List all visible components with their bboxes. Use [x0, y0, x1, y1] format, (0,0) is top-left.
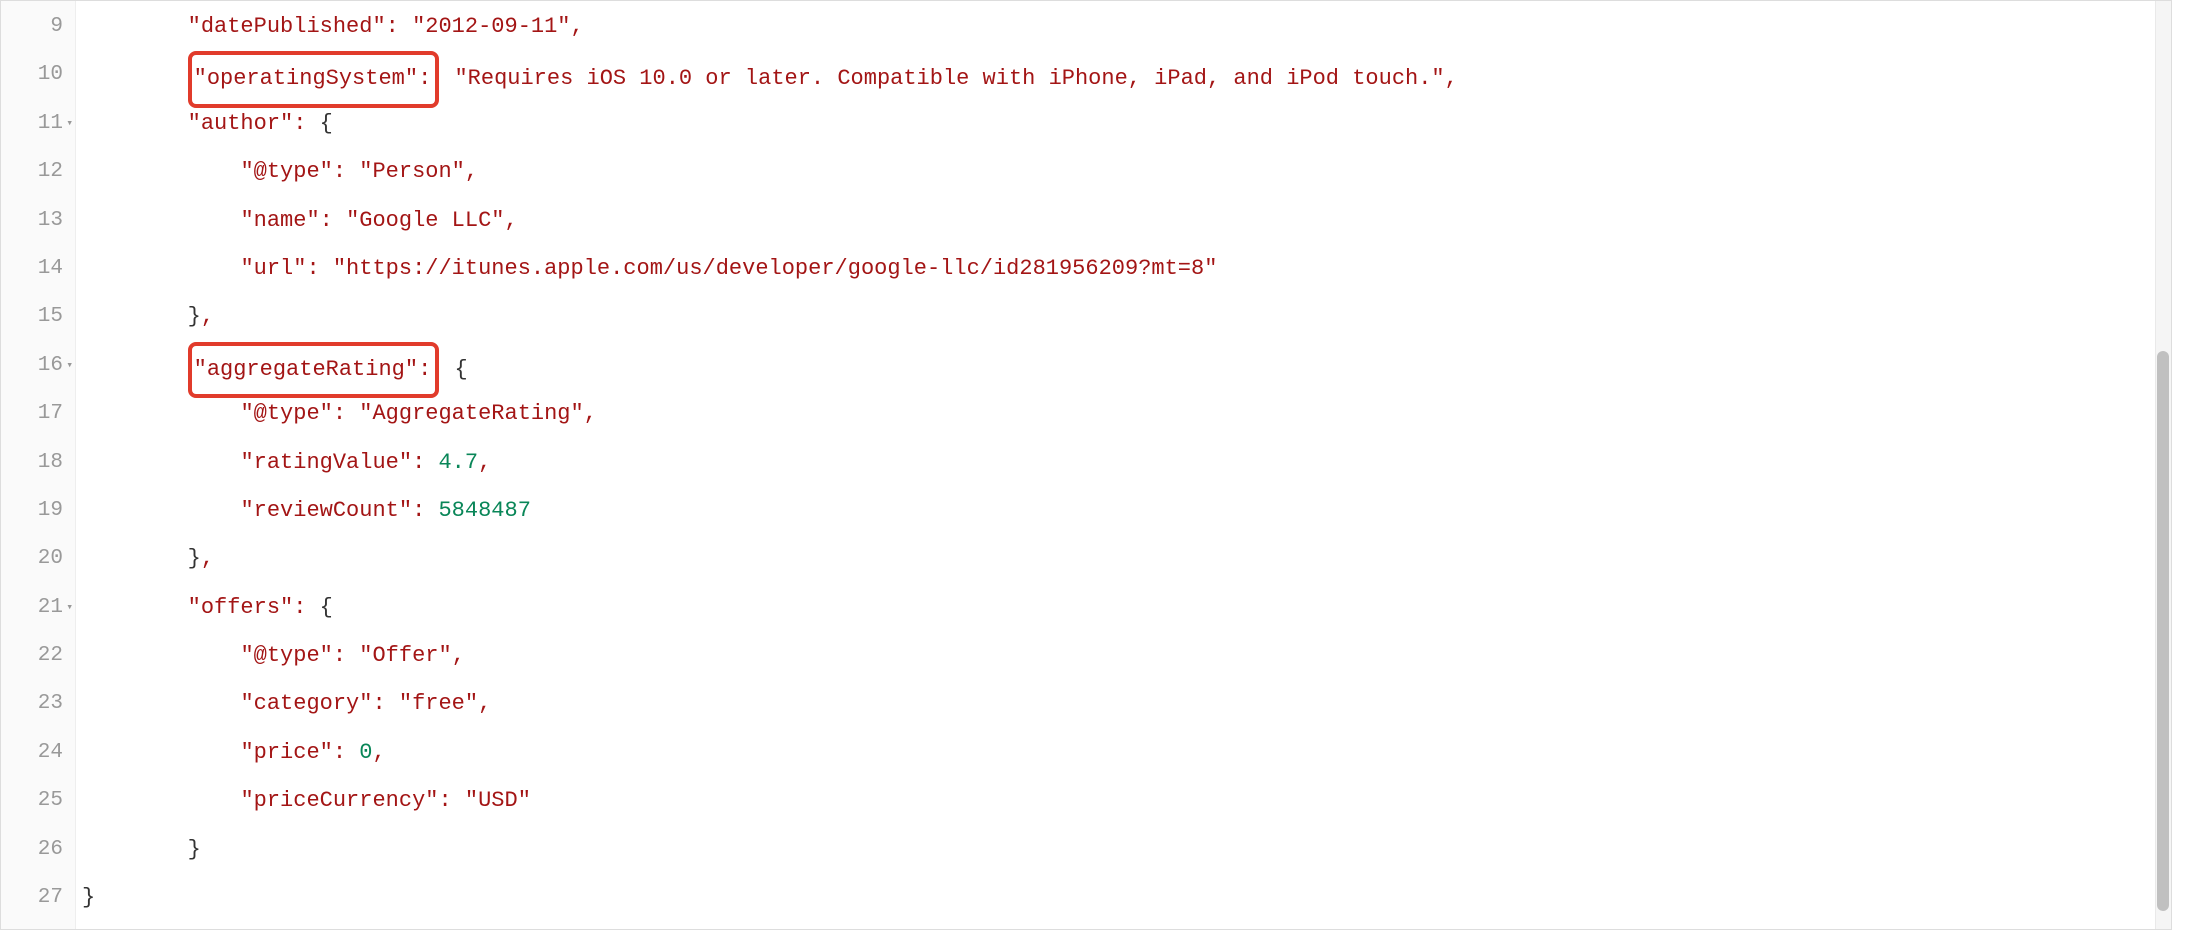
- line-number-gutter: 91011▾1213141516▾1718192021▾222324252627: [1, 1, 76, 929]
- code-line: "ratingValue": 4.7,: [82, 439, 2171, 487]
- json-key: "url": [240, 256, 306, 281]
- code-line: "name": "Google LLC",: [82, 197, 2171, 245]
- json-key: "author": [188, 111, 294, 136]
- code-line: "reviewCount": 5848487: [82, 487, 2171, 535]
- code-line: "offers": {: [82, 584, 2171, 632]
- json-key: "priceCurrency": [240, 788, 438, 813]
- json-string: "Google LLC": [346, 208, 504, 233]
- json-brace: {: [320, 111, 333, 136]
- json-key: "reviewCount": [240, 498, 412, 523]
- code-line: "aggregateRating": {: [82, 342, 2171, 390]
- json-brace: {: [454, 357, 467, 382]
- json-brace: }: [82, 885, 95, 910]
- line-number: 23: [1, 680, 75, 728]
- json-key: "@type": [240, 643, 332, 668]
- line-number: 24: [1, 729, 75, 777]
- json-key: "@type": [240, 401, 332, 426]
- code-line: "@type": "Person",: [82, 148, 2171, 196]
- json-string: "AggregateRating": [359, 401, 583, 426]
- line-number: 20: [1, 535, 75, 583]
- code-line: "category": "free",: [82, 680, 2171, 728]
- json-key: "aggregateRating": [194, 357, 418, 382]
- vertical-scrollbar[interactable]: [2155, 1, 2171, 929]
- json-string: "Offer": [359, 643, 451, 668]
- json-string: "free": [399, 691, 478, 716]
- code-line: "price": 0,: [82, 729, 2171, 777]
- code-line: "operatingSystem": "Requires iOS 10.0 or…: [82, 51, 2171, 99]
- line-number: 13: [1, 197, 75, 245]
- line-number: 17: [1, 390, 75, 438]
- line-number: 14: [1, 245, 75, 293]
- code-line: "@type": "Offer",: [82, 632, 2171, 680]
- code-line: "datePublished": "2012-09-11",: [82, 3, 2171, 51]
- json-string: "USD": [465, 788, 531, 813]
- json-number: 5848487: [438, 498, 530, 523]
- code-line: },: [82, 293, 2171, 341]
- json-number: 4.7: [438, 450, 478, 475]
- line-number: 18: [1, 439, 75, 487]
- code-editor[interactable]: 91011▾1213141516▾1718192021▾222324252627…: [0, 0, 2172, 930]
- code-line: }: [82, 826, 2171, 874]
- code-line: "priceCurrency": "USD": [82, 777, 2171, 825]
- json-string: "https://itunes.apple.com/us/developer/g…: [333, 256, 1218, 281]
- fold-toggle-icon[interactable]: ▾: [66, 342, 73, 390]
- line-number: 15: [1, 293, 75, 341]
- code-line: "url": "https://itunes.apple.com/us/deve…: [82, 245, 2171, 293]
- json-key: "offers": [188, 595, 294, 620]
- json-string: "2012-09-11": [412, 14, 570, 39]
- line-number: 16▾: [1, 342, 75, 390]
- json-key: "operatingSystem": [194, 66, 418, 91]
- scrollbar-thumb[interactable]: [2157, 351, 2169, 911]
- line-number: 21▾: [1, 584, 75, 632]
- json-key: "datePublished": [188, 14, 386, 39]
- line-number: 10: [1, 51, 75, 99]
- json-key: "ratingValue": [240, 450, 412, 475]
- code-content[interactable]: "datePublished": "2012-09-11", "operatin…: [76, 1, 2171, 929]
- json-brace: }: [188, 304, 201, 329]
- json-brace: }: [188, 546, 201, 571]
- json-brace: {: [320, 595, 333, 620]
- code-line: },: [82, 535, 2171, 583]
- code-line: }: [82, 874, 2171, 922]
- json-key: "name": [240, 208, 319, 233]
- json-number: 0: [359, 740, 372, 765]
- json-brace: }: [188, 837, 201, 862]
- line-number: 27: [1, 874, 75, 922]
- fold-toggle-icon[interactable]: ▾: [66, 100, 73, 148]
- json-string: "Person": [359, 159, 465, 184]
- json-string: "Requires iOS 10.0 or later. Compatible …: [454, 66, 1444, 91]
- line-number: 22: [1, 632, 75, 680]
- code-line: "@type": "AggregateRating",: [82, 390, 2171, 438]
- line-number: 26: [1, 826, 75, 874]
- fold-toggle-icon[interactable]: ▾: [66, 584, 73, 632]
- line-number: 19: [1, 487, 75, 535]
- json-key: "price": [240, 740, 332, 765]
- line-number: 12: [1, 148, 75, 196]
- json-key: "category": [240, 691, 372, 716]
- line-number: 25: [1, 777, 75, 825]
- line-number: 11▾: [1, 100, 75, 148]
- json-key: "@type": [240, 159, 332, 184]
- line-number: 9: [1, 3, 75, 51]
